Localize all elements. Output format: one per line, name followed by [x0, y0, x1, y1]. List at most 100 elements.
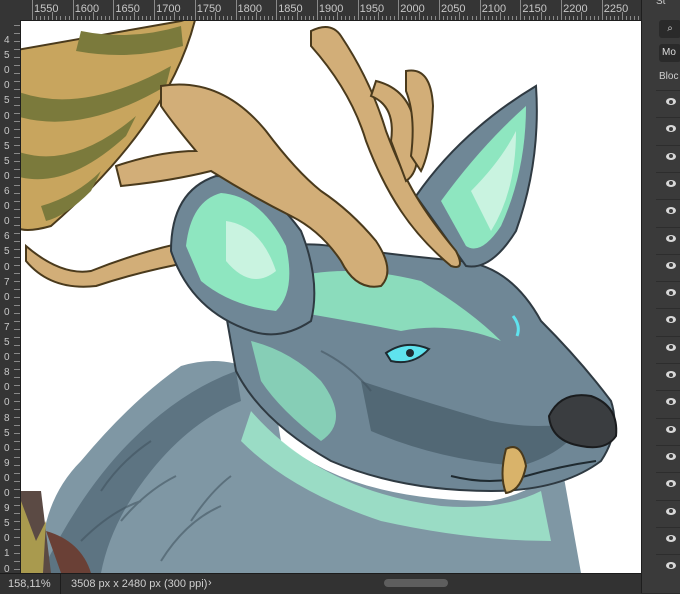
ruler-tick [504, 16, 506, 20]
layer-row[interactable] [656, 253, 680, 278]
layer-row[interactable] [656, 144, 680, 169]
ruler-left-label: 5 [4, 50, 10, 62]
ruler-tick [609, 16, 611, 20]
ruler-tick [263, 16, 265, 20]
ruler-left-label: 0 [4, 80, 10, 92]
ruler-tick [14, 241, 20, 242]
ruler-tick [349, 16, 351, 20]
eye-visibility-icon[interactable] [666, 179, 676, 187]
ruler-tick [14, 377, 20, 378]
eye-visibility-icon[interactable] [666, 398, 676, 406]
layer-row[interactable] [656, 526, 680, 551]
eye-visibility-icon[interactable] [666, 316, 676, 324]
eye-visibility-icon[interactable] [666, 234, 676, 242]
ruler-tick [333, 16, 335, 20]
eye-visibility-icon[interactable] [666, 507, 676, 515]
ruler-tick [40, 16, 42, 20]
layer-row[interactable] [656, 281, 680, 305]
layer-row[interactable] [656, 90, 680, 114]
ruler-left-label: 0 [4, 442, 10, 454]
ruler-tick [443, 16, 445, 20]
eye-visibility-icon[interactable] [666, 261, 676, 269]
ruler-left-label: 0 [4, 306, 10, 318]
chevron-right-icon[interactable]: › [208, 577, 212, 589]
eye-visibility-icon[interactable] [666, 98, 676, 105]
ruler-tick [544, 16, 546, 20]
eye-visibility-icon[interactable] [666, 480, 676, 488]
ruler-left-label: 5 [4, 518, 10, 530]
layer-row[interactable] [656, 226, 680, 251]
eye-visibility-icon[interactable] [666, 425, 676, 433]
ruler-tick [14, 105, 20, 106]
blend-mode-select[interactable]: Mo [659, 44, 680, 62]
ruler-tick [170, 16, 172, 20]
ruler-left-label: 0 [4, 201, 10, 213]
eye-visibility-icon[interactable] [666, 534, 676, 542]
ruler-tick [386, 16, 388, 20]
layer-row[interactable] [656, 417, 680, 442]
ruler-left[interactable]: 450050055060065070075080085090095010 [0, 20, 21, 574]
ruler-tick [398, 0, 400, 20]
ruler-tick [109, 16, 111, 20]
layer-row[interactable] [656, 390, 680, 414]
layer-row[interactable] [656, 335, 680, 360]
ruler-tick [634, 16, 636, 20]
horizontal-scrollbar-thumb[interactable] [384, 579, 448, 587]
eye-visibility-icon[interactable] [666, 125, 676, 133]
layer-row[interactable] [656, 444, 680, 469]
ruler-tick [14, 401, 20, 402]
panel-title: St [656, 0, 666, 7]
status-bar: 158,11% 3508 px x 2480 px (300 ppi) › [0, 573, 641, 594]
ruler-tick [14, 233, 20, 234]
ruler-tick [406, 16, 408, 20]
ruler-left-label: 0 [4, 261, 10, 273]
ruler-tick [557, 16, 559, 20]
eye-visibility-icon[interactable] [666, 289, 676, 297]
zoom-level[interactable]: 158,11% [8, 578, 51, 590]
ruler-tick [194, 0, 196, 20]
ruler-top-label: 1650 [115, 3, 140, 15]
ruler-tick [14, 425, 20, 426]
eye-visibility-icon[interactable] [666, 152, 676, 160]
eye-visibility-icon[interactable] [666, 343, 676, 351]
ruler-tick [593, 16, 595, 20]
layer-row[interactable] [656, 472, 680, 496]
ruler-tick [227, 16, 229, 20]
ruler-tick [500, 12, 502, 20]
ruler-tick [434, 16, 436, 20]
ruler-tick [101, 16, 103, 20]
ruler-top-label: 2200 [563, 3, 588, 15]
ruler-tick [626, 16, 628, 20]
ruler-tick [14, 97, 20, 98]
eye-visibility-icon[interactable] [666, 207, 676, 215]
ruler-tick [105, 16, 107, 20]
ruler-top-label: 2050 [441, 3, 466, 15]
ruler-tick [255, 12, 257, 20]
ruler-tick [528, 16, 530, 20]
layer-row[interactable] [656, 363, 680, 387]
ruler-tick [630, 16, 632, 20]
eye-visibility-icon[interactable] [666, 562, 676, 570]
ruler-top-label: 1550 [34, 3, 59, 15]
document-info[interactable]: 3508 px x 2480 px (300 ppi) [60, 574, 207, 594]
ruler-tick [14, 281, 20, 282]
layer-row[interactable] [656, 499, 680, 524]
layer-row[interactable] [656, 554, 680, 578]
ruler-tick [14, 265, 20, 266]
layer-row[interactable] [656, 199, 680, 223]
eye-visibility-icon[interactable] [666, 371, 676, 378]
ruler-tick [14, 537, 20, 538]
ruler-tick [14, 57, 20, 58]
ruler-top[interactable]: 1550 1600 1650 1700 1750 1800 1850 1900 1950 2000… [0, 0, 641, 21]
layer-row[interactable] [656, 308, 680, 332]
eye-visibility-icon[interactable] [666, 452, 676, 460]
ruler-tick [390, 16, 392, 20]
ruler-tick [552, 16, 554, 20]
layer-row[interactable] [656, 117, 680, 141]
ruler-tick [14, 313, 20, 314]
layer-row[interactable] [656, 171, 680, 196]
search-icon[interactable]: ⌕ [659, 20, 680, 38]
ruler-tick [548, 16, 550, 20]
ruler-top-label: 1800 [237, 3, 262, 15]
document-canvas[interactable] [21, 21, 641, 573]
